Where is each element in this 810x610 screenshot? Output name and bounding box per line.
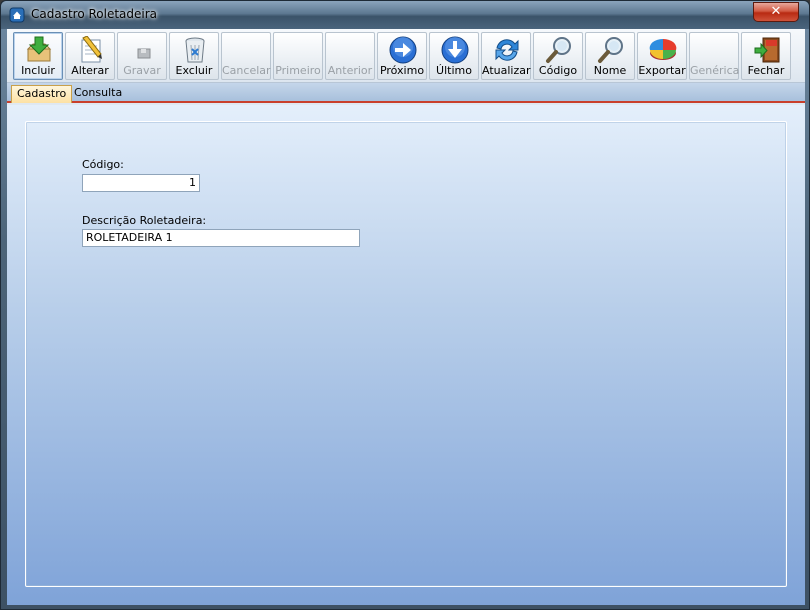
cadastro-panel: Código: 1 Descrição Roletadeira: ROLETAD… — [7, 105, 805, 605]
proximo-label: Próximo — [379, 64, 425, 77]
pie-chart-icon — [649, 38, 677, 60]
fechar-button[interactable]: Fechar — [741, 32, 791, 80]
exportar-button[interactable]: Exportar — [637, 32, 687, 80]
anterior-button[interactable]: Anterior — [325, 32, 375, 80]
nome-label: Nome — [593, 64, 627, 77]
gravar-button[interactable]: Gravar — [117, 32, 167, 80]
refresh-icon — [495, 39, 519, 61]
tab-bar: Cadastro Consulta — [7, 83, 805, 103]
codigo-button[interactable]: Código — [533, 32, 583, 80]
excluir-button[interactable]: Excluir — [169, 32, 219, 80]
toolbar: Incluir Alterar Gravar Excluir Cancelar … — [7, 29, 805, 83]
anterior-label: Anterior — [327, 64, 373, 77]
codigo-field[interactable]: 1 — [82, 174, 200, 192]
descricao-label: Descrição Roletadeira: — [82, 214, 207, 227]
ultimo-button[interactable]: Último — [429, 32, 479, 80]
search-name-icon — [598, 37, 623, 63]
client-area: Incluir Alterar Gravar Excluir Cancelar … — [7, 29, 805, 605]
app-home-icon — [9, 7, 25, 23]
proximo-button[interactable]: Próximo — [377, 32, 427, 80]
atualizar-button[interactable]: Atualizar — [481, 32, 531, 80]
excluir-label: Excluir — [175, 64, 213, 77]
cancelar-label: Cancelar — [222, 64, 271, 77]
primeiro-button[interactable]: Primeiro — [273, 32, 323, 80]
tab-consulta[interactable]: Consulta — [69, 85, 127, 103]
exit-icon — [754, 37, 780, 63]
add-download-icon — [26, 36, 52, 62]
codigo-label: Código: — [82, 158, 124, 171]
exportar-label: Exportar — [638, 64, 686, 77]
arrow-down-icon — [441, 36, 469, 64]
incluir-label: Incluir — [21, 64, 55, 77]
generica-button[interactable]: Genérica — [689, 32, 739, 80]
pencil-document-icon — [81, 36, 102, 63]
search-code-icon — [546, 37, 571, 63]
fechar-label: Fechar — [747, 64, 785, 77]
alterar-button[interactable]: Alterar — [65, 32, 115, 80]
alterar-label: Alterar — [71, 64, 109, 77]
arrow-right-icon — [389, 36, 417, 64]
trash-icon — [185, 37, 205, 63]
cancelar-button[interactable]: Cancelar — [221, 32, 271, 80]
tab-cadastro[interactable]: Cadastro — [11, 85, 73, 103]
codigo-label: Código — [538, 64, 578, 77]
ultimo-label: Último — [436, 64, 472, 77]
generica-label: Genérica — [690, 64, 740, 77]
title-bar[interactable]: Cadastro Roletadeira ✕ — [1, 1, 809, 29]
save-icon — [137, 48, 151, 59]
nome-button[interactable]: Nome — [585, 32, 635, 80]
window-title: Cadastro Roletadeira — [31, 7, 158, 21]
primeiro-label: Primeiro — [275, 64, 321, 77]
descricao-field[interactable]: ROLETADEIRA 1 — [82, 229, 360, 247]
window-close-button[interactable]: ✕ — [753, 2, 799, 22]
app-window: Cadastro Roletadeira ✕ Incluir Alterar G… — [0, 0, 810, 610]
form-frame: Código: 1 Descrição Roletadeira: ROLETAD… — [25, 121, 787, 587]
atualizar-label: Atualizar — [482, 64, 531, 77]
gravar-label: Gravar — [123, 64, 161, 77]
incluir-button[interactable]: Incluir — [13, 32, 63, 80]
